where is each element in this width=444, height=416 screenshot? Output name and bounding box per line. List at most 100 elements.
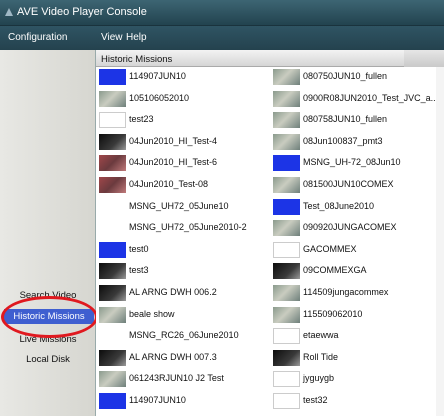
mission-thumbnail-icon [99, 241, 126, 258]
mission-thumbnail-icon [99, 69, 126, 85]
mission-thumbnail-icon [99, 90, 126, 107]
mission-thumbnail-icon [273, 285, 300, 301]
mission-item[interactable]: AL ARNG DWH 007.3 [96, 349, 270, 367]
mission-item[interactable]: MSNG_UH72_05June10 [96, 198, 270, 216]
mission-item[interactable]: 114907JUN10 [96, 68, 270, 86]
mission-item[interactable]: 04Jun2010_Test-08 [96, 176, 270, 194]
historic-missions-panel: Historic Missions 114907JUN10 10510605201… [96, 50, 444, 416]
mission-thumbnail-icon [273, 306, 300, 323]
sidebar-item-local-disk[interactable]: Local Disk [0, 354, 96, 365]
mission-label: test3 [129, 265, 149, 276]
mission-label: 04Jun2010_HI_Test-4 [129, 135, 218, 146]
mission-thumbnail-icon [273, 133, 300, 150]
mission-item[interactable]: 090920JUNGACOMEX [270, 219, 444, 237]
mission-item[interactable]: jyguygb [270, 370, 444, 388]
mission-item[interactable]: 061243RJUN10 J2 Test [96, 370, 270, 388]
mission-label: test32 [303, 395, 328, 405]
mission-label: 090920JUNGACOMEX [303, 222, 397, 233]
title-bar: AVE Video Player Console [0, 0, 444, 26]
mission-item[interactable]: beale show [96, 306, 270, 324]
mission-label: 081500JUN10COMEX [303, 179, 394, 189]
mission-thumbnail-icon [273, 155, 300, 172]
mission-label: jyguygb [303, 373, 335, 384]
mission-item[interactable]: 080750JUN10_fullen [270, 68, 444, 86]
mission-thumbnail-icon [273, 220, 300, 237]
mission-thumbnail-icon [273, 90, 300, 107]
mission-item[interactable]: 080758JUN10_fullen [270, 111, 444, 129]
mission-label: MSNG_UH-72_08Jun10 [303, 157, 401, 168]
mission-thumbnail-icon [273, 328, 300, 345]
mission-item[interactable]: 04Jun2010_HI_Test-6 [96, 154, 270, 172]
mission-item[interactable]: 09COMMEXGA [270, 262, 444, 280]
mission-label: test0 [129, 243, 149, 254]
mission-thumbnail-icon [273, 241, 300, 258]
mission-label: etaewwa [303, 330, 339, 341]
mission-item[interactable]: AL ARNG DWH 006.2 [96, 284, 270, 302]
mission-thumbnail-icon [273, 69, 300, 85]
mission-label: AL ARNG DWH 006.2 [129, 287, 217, 297]
mission-thumbnail-icon [99, 393, 126, 409]
mission-thumbnail-icon [99, 155, 126, 172]
mission-item[interactable]: 0900R08JUN2010_Test_JVC_a... [270, 90, 444, 108]
mission-item[interactable]: 105106052010 [96, 90, 270, 108]
mission-item[interactable]: test0 [96, 241, 270, 259]
mission-item[interactable]: MSNG_RC26_06June2010 [96, 327, 270, 345]
mission-label: MSNG_UH72_05June10 [129, 200, 229, 211]
scrollbar[interactable] [436, 67, 444, 416]
mission-item[interactable]: test32 [270, 392, 444, 410]
panel-title: Historic Missions [101, 54, 173, 65]
mission-label: 04Jun2010_Test-08 [129, 179, 209, 189]
mission-thumbnail-icon [273, 112, 300, 129]
mission-label: 08Jun100837_pmt3 [303, 135, 383, 146]
mission-thumbnail-icon [99, 328, 126, 345]
mission-label: MSNG_UH72_05June2010-2 [129, 222, 247, 233]
mission-item[interactable]: 114907JUN10 [96, 392, 270, 410]
mission-item[interactable]: MSNG_UH72_05June2010-2 [96, 219, 270, 237]
app-logo-icon [5, 8, 13, 16]
menu-help[interactable]: Help [126, 32, 147, 43]
mission-thumbnail-icon [273, 263, 300, 280]
mission-thumbnail-icon [99, 306, 126, 323]
mission-item[interactable]: 114509jungacommex [270, 284, 444, 302]
mission-label: MSNG_RC26_06June2010 [129, 330, 239, 341]
mission-item[interactable]: 08Jun100837_pmt3 [270, 133, 444, 151]
sidebar-item-live-missions[interactable]: Live Missions [0, 334, 96, 345]
mission-item[interactable]: test23 [96, 111, 270, 129]
mission-item[interactable]: 04Jun2010_HI_Test-4 [96, 133, 270, 151]
mission-thumbnail-icon [99, 285, 126, 301]
menu-view[interactable]: View [101, 32, 123, 43]
mission-label: GACOMMEX [303, 243, 357, 254]
sidebar: Search Video Historic Missions Live Miss… [0, 50, 96, 416]
mission-label: 105106052010 [129, 92, 190, 103]
mission-item[interactable]: Test_08June2010 [270, 198, 444, 216]
menu-configuration[interactable]: Configuration [8, 32, 67, 43]
mission-thumbnail-icon [99, 263, 126, 280]
mission-label: 114907JUN10 [129, 71, 186, 81]
mission-thumbnail-icon [273, 371, 300, 388]
sidebar-item-historic-missions[interactable]: Historic Missions [4, 309, 94, 324]
mission-item[interactable]: etaewwa [270, 327, 444, 345]
mission-label: 080758JUN10_fullen [303, 114, 388, 125]
mission-thumbnail-icon [99, 198, 126, 215]
mission-thumbnail-icon [99, 177, 126, 193]
mission-thumbnail-icon [99, 133, 126, 150]
mission-item[interactable]: 081500JUN10COMEX [270, 176, 444, 194]
mission-label: 114509jungacommex [303, 287, 389, 297]
mission-item[interactable]: 115509062010 [270, 306, 444, 324]
mission-item[interactable]: test3 [96, 262, 270, 280]
mission-thumbnail-icon [99, 371, 126, 388]
mission-label: 061243RJUN10 J2 Test [129, 373, 224, 384]
menu-bar: Configuration View Help [0, 26, 444, 50]
mission-item[interactable]: Roll Tide [270, 349, 444, 367]
mission-thumbnail-icon [99, 112, 126, 129]
mission-label: 09COMMEXGA [303, 265, 367, 276]
sidebar-item-search-video[interactable]: Search Video [0, 290, 96, 301]
app-title: AVE Video Player Console [17, 6, 147, 18]
mission-item[interactable]: MSNG_UH-72_08Jun10 [270, 154, 444, 172]
panel-header: Historic Missions [96, 50, 444, 67]
mission-label: test23 [129, 114, 154, 125]
mission-thumbnail-icon [99, 349, 126, 366]
mission-item[interactable]: GACOMMEX [270, 241, 444, 259]
missions-column-right: 080750JUN10_fullen 0900R08JUN2010_Test_JV… [270, 67, 444, 416]
missions-column-left: 114907JUN10 105106052010 test23 04Jun2010_H… [96, 67, 270, 416]
